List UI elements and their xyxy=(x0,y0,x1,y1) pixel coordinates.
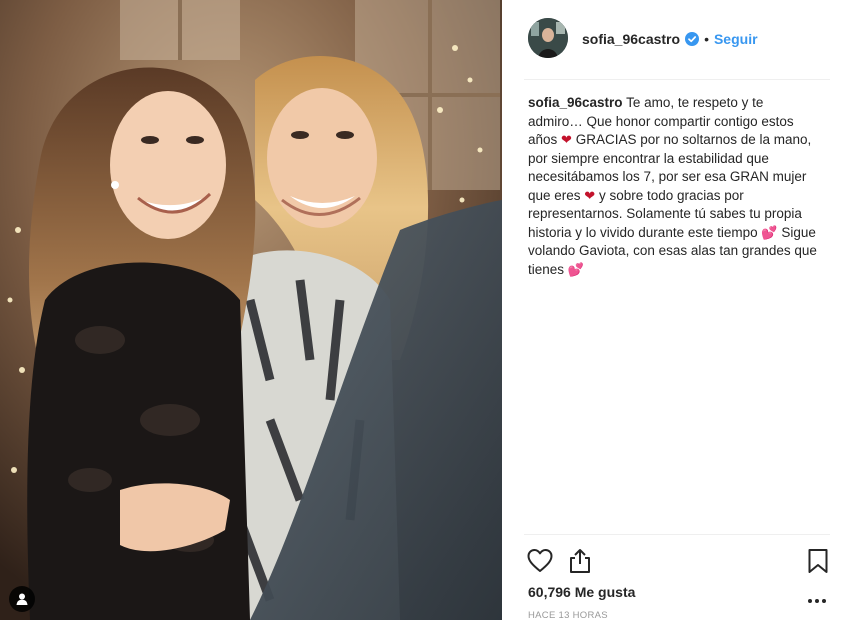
instagram-post: sofia_96castro • Seguir sofia_96castro T… xyxy=(0,0,850,621)
caption-username[interactable]: sofia_96castro xyxy=(528,95,623,110)
photo-illustration xyxy=(0,0,502,620)
username-link[interactable]: sofia_96castro xyxy=(582,30,680,48)
avatar[interactable] xyxy=(528,18,568,58)
post-photo[interactable] xyxy=(0,0,502,620)
post-header: sofia_96castro • Seguir xyxy=(502,0,850,78)
post-details-panel: sofia_96castro • Seguir sofia_96castro T… xyxy=(502,0,850,621)
header-user-row: sofia_96castro • Seguir xyxy=(582,30,758,48)
user-tag-icon[interactable] xyxy=(9,586,35,612)
likes-count[interactable]: 60,796 Me gusta xyxy=(528,584,635,600)
two-hearts-icon: 💕 xyxy=(761,224,778,240)
post-caption: sofia_96castro Te amo, te respeto y te a… xyxy=(528,94,818,279)
heart-icon[interactable] xyxy=(526,547,554,575)
follow-button[interactable]: Seguir xyxy=(714,30,758,48)
red-heart-icon: ❤ xyxy=(561,132,572,147)
bookmark-icon[interactable] xyxy=(804,547,832,575)
two-hearts-icon: 💕 xyxy=(567,261,584,277)
header-divider xyxy=(524,79,830,80)
separator-dot: • xyxy=(704,31,709,47)
post-timestamp[interactable]: HACE 13 HORAS xyxy=(528,610,608,621)
more-options-icon[interactable] xyxy=(806,592,828,603)
red-heart-icon: ❤ xyxy=(584,187,596,203)
share-icon[interactable] xyxy=(566,547,594,575)
actions-divider xyxy=(524,534,830,535)
verified-badge-icon xyxy=(685,32,700,46)
